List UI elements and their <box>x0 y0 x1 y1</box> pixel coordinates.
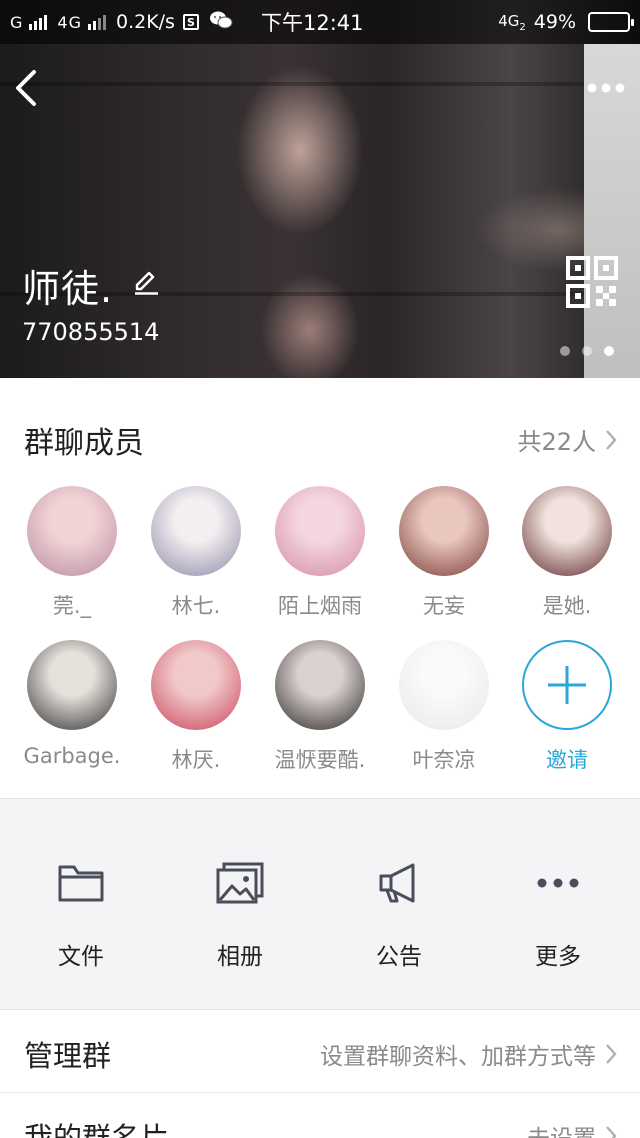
photo-album-icon <box>212 857 268 909</box>
pager-dot <box>560 346 570 356</box>
more-label: 更多 <box>535 944 581 970</box>
more-dots-icon <box>530 857 586 909</box>
cover-band <box>0 82 640 86</box>
manage-group-title: 管理群 <box>24 1039 112 1073</box>
member-name: 是她. <box>542 594 592 618</box>
member-item[interactable]: 莞._ <box>10 486 134 620</box>
member-name: 陌上烟雨 <box>278 594 362 618</box>
member-item[interactable]: 叶奈凉 <box>382 640 506 774</box>
manage-group-value: 设置群聊资料、加群方式等 <box>320 1037 618 1071</box>
members-count: 共22人 <box>517 428 596 456</box>
group-card-title: 我的群名片 <box>24 1121 170 1138</box>
status-right: 4G2 49% <box>498 11 634 33</box>
edit-pencil-icon[interactable] <box>132 268 160 296</box>
files-button[interactable]: 文件 <box>1 857 161 971</box>
announcement-button[interactable]: 公告 <box>319 857 479 971</box>
megaphone-icon <box>371 857 427 909</box>
function-grid: 文件 相册 公告 更多 <box>0 798 640 1010</box>
group-card-status: 未设置 <box>527 1119 596 1138</box>
manage-group-desc: 设置群聊资料、加群方式等 <box>320 1044 596 1070</box>
back-arrow-icon[interactable] <box>12 68 42 108</box>
invite-button[interactable]: 邀请 <box>505 640 629 774</box>
member-name: 无妄 <box>423 594 465 618</box>
chevron-right-icon <box>606 1126 617 1138</box>
files-label: 文件 <box>58 944 104 970</box>
member-item[interactable]: 无妄 <box>382 486 506 620</box>
member-avatar[interactable] <box>399 486 489 576</box>
cover-pager[interactable] <box>560 346 614 356</box>
member-name: 林七. <box>171 594 221 618</box>
member-name: 林厌. <box>171 748 221 772</box>
manage-group-row[interactable]: 管理群 设置群聊资料、加群方式等 <box>0 1011 640 1093</box>
album-button[interactable]: 相册 <box>160 857 320 971</box>
pager-dot <box>582 346 592 356</box>
members-section: 群聊成员 共22人 莞._ 林七. 陌上烟雨 无妄 是她. Garbage. 林厌. 温恹要酷… <box>0 378 640 798</box>
member-item[interactable]: 是她. <box>505 486 629 620</box>
member-item[interactable]: 林七. <box>134 486 258 620</box>
pager-dot-active <box>604 346 614 356</box>
wechat-icon <box>209 10 233 35</box>
qr-code-icon[interactable] <box>566 256 618 308</box>
status-bar: G 4G 0.2K/s S 下午12:41 4G2 49% <box>0 0 640 44</box>
network-label: 4G <box>57 12 82 32</box>
member-avatar[interactable] <box>151 486 241 576</box>
invite-plus-icon[interactable] <box>522 640 612 730</box>
clock: 下午12:41 <box>260 11 364 35</box>
folder-icon <box>53 857 109 909</box>
group-profile-page: G 4G 0.2K/s S 下午12:41 4G2 49% 师徒. 770855… <box>0 0 640 1138</box>
battery-percent: 49% <box>533 11 576 33</box>
member-avatar[interactable] <box>275 640 365 730</box>
members-count-link[interactable]: 共22人 <box>517 422 618 457</box>
announcement-label: 公告 <box>376 944 422 970</box>
network-right-label: 4G2 <box>498 11 526 33</box>
member-avatar[interactable] <box>151 640 241 730</box>
member-item[interactable]: 陌上烟雨 <box>258 486 382 620</box>
chevron-right-icon <box>606 429 617 450</box>
member-item[interactable]: Garbage. <box>10 640 134 768</box>
member-name: 温恹要酷. <box>274 748 366 772</box>
member-name: Garbage. <box>23 744 121 768</box>
s-badge-icon: S <box>182 14 199 30</box>
signal-icon <box>29 14 48 30</box>
group-card-value: 未设置 <box>527 1119 618 1138</box>
chevron-right-icon <box>606 1044 617 1064</box>
member-name: 叶奈凉 <box>412 748 476 772</box>
carrier-label: G <box>10 12 24 32</box>
group-name: 师徒. <box>22 267 114 311</box>
member-avatar[interactable] <box>522 486 612 576</box>
member-avatar[interactable] <box>399 640 489 730</box>
album-label: 相册 <box>217 944 263 970</box>
member-avatar[interactable] <box>275 486 365 576</box>
members-title: 群聊成员 <box>24 426 144 461</box>
member-avatar[interactable] <box>27 640 117 730</box>
group-id: 770855514 <box>22 318 160 346</box>
more-button[interactable]: 更多 <box>478 857 638 971</box>
member-item[interactable]: 林厌. <box>134 640 258 774</box>
member-name: 莞._ <box>52 594 92 618</box>
member-item[interactable]: 温恹要酷. <box>258 640 382 774</box>
group-card-row[interactable]: 我的群名片 未设置 <box>0 1093 640 1138</box>
battery-icon <box>588 12 634 32</box>
member-avatar[interactable] <box>27 486 117 576</box>
more-options-icon[interactable] <box>586 78 626 98</box>
invite-label: 邀请 <box>546 748 588 772</box>
network-speed: 0.2K/s <box>115 11 175 33</box>
signal-icon <box>87 14 106 30</box>
